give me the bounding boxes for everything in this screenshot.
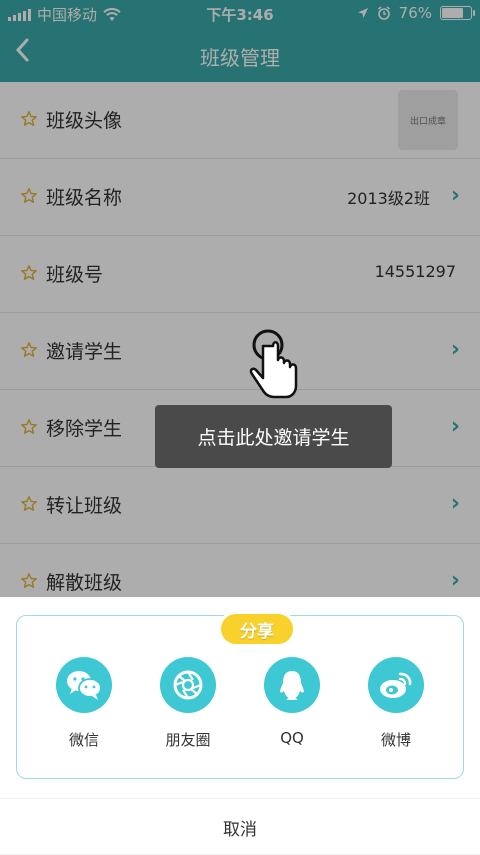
share-qq-button[interactable]: QQ bbox=[252, 657, 332, 747]
qq-icon bbox=[264, 657, 320, 713]
share-label: 朋友圈 bbox=[165, 731, 211, 749]
invite-tooltip: 点击此处邀请学生 bbox=[155, 405, 392, 468]
moments-icon bbox=[160, 657, 216, 713]
share-label: 微信 bbox=[68, 731, 99, 749]
wechat-icon bbox=[56, 657, 112, 713]
share-weibo-button[interactable]: 微博 bbox=[356, 657, 436, 750]
share-label: QQ bbox=[280, 729, 304, 747]
tap-hand-icon bbox=[249, 329, 298, 399]
share-label: 微博 bbox=[380, 731, 411, 749]
cancel-button[interactable]: 取消 bbox=[0, 798, 480, 855]
share-badge-label: 分享 bbox=[221, 614, 293, 644]
share-wechat-button[interactable]: 微信 bbox=[44, 657, 124, 750]
modal-overlay[interactable] bbox=[0, 0, 480, 597]
share-sheet: 分享 微信 朋友圈 QQ 微博 取消 bbox=[0, 597, 480, 854]
share-moments-button[interactable]: 朋友圈 bbox=[148, 657, 228, 750]
share-badge: 分享 bbox=[217, 610, 297, 652]
weibo-icon bbox=[368, 657, 424, 713]
